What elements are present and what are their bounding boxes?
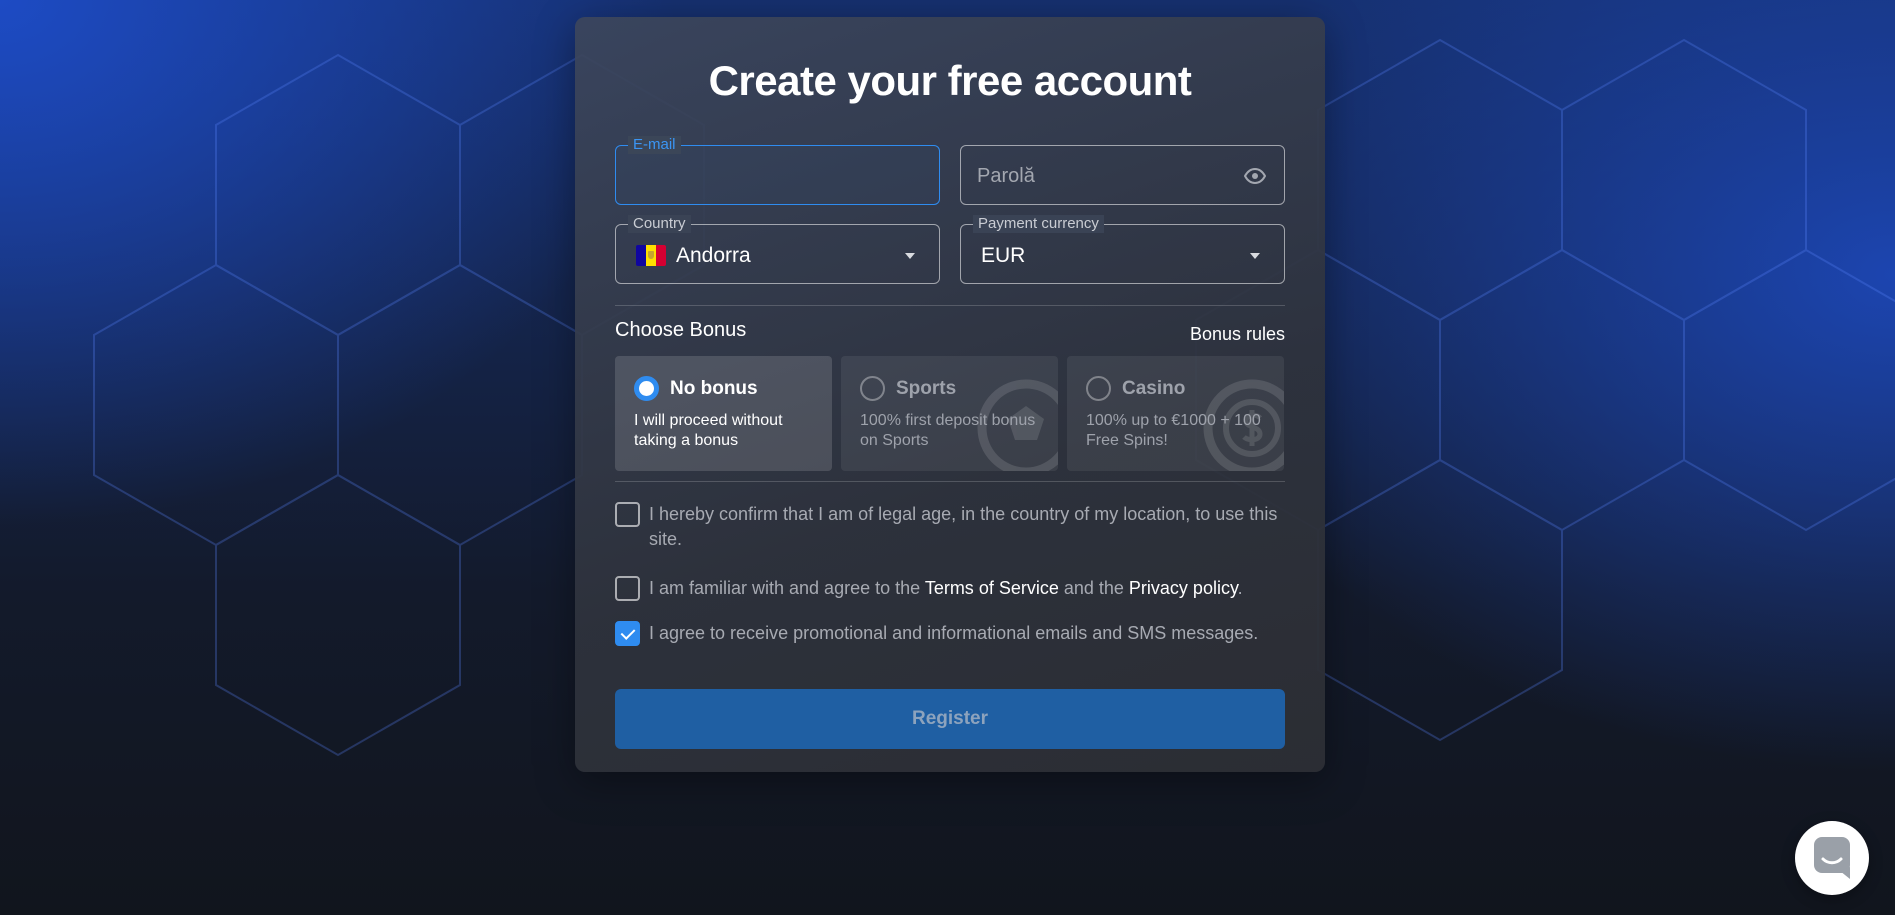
bonus-option-sports[interactable]: Sports 100% first deposit bonus on Sport… <box>841 356 1058 471</box>
radio-selected[interactable] <box>634 376 659 401</box>
consent-text: I hereby confirm that I am of legal age,… <box>649 504 1278 549</box>
radio-unselected[interactable] <box>860 376 885 401</box>
country-value: Andorra <box>676 244 751 267</box>
bonus-option-description: 100% first deposit bonus on Sports <box>860 412 1036 449</box>
bonus-option-name: No bonus <box>670 378 758 399</box>
radio-unselected[interactable] <box>1086 376 1111 401</box>
email-field[interactable]: E-mail <box>615 136 940 205</box>
terms-of-service-link[interactable]: Terms of Service <box>925 578 1059 598</box>
email-label: E-mail <box>628 136 681 154</box>
register-button[interactable]: Register <box>615 689 1285 749</box>
consent-terms: I am familiar with and agree to the Term… <box>615 576 1295 602</box>
country-select[interactable]: Country Andorra <box>615 215 940 284</box>
divider <box>615 481 1285 482</box>
bonus-option-description: I will proceed without taking a bonus <box>634 412 783 449</box>
divider <box>615 305 1285 306</box>
terms-checkbox[interactable] <box>615 576 640 601</box>
bonus-option-name: Casino <box>1122 378 1186 399</box>
password-placeholder: Parolă <box>977 165 1035 187</box>
currency-label: Payment currency <box>973 215 1104 233</box>
chevron-down-icon <box>1250 253 1260 259</box>
bonus-rules-link[interactable]: Bonus rules <box>1190 324 1285 345</box>
currency-select[interactable]: Payment currency EUR <box>960 215 1285 284</box>
choose-bonus-heading: Choose Bonus <box>615 319 747 341</box>
consent-marketing: I agree to receive promotional and infor… <box>615 621 1295 647</box>
andorra-flag-icon <box>636 245 666 266</box>
consent-text: I agree to receive promotional and infor… <box>649 623 1259 643</box>
privacy-policy-link[interactable]: Privacy policy <box>1129 578 1238 598</box>
bonus-option-description: 100% up to €1000 + 100 Free Spins! <box>1086 412 1261 449</box>
consent-text: I am familiar with and agree to the Term… <box>649 578 1243 598</box>
country-label: Country <box>628 215 691 233</box>
marketing-checkbox[interactable] <box>615 621 640 646</box>
bonus-option-name: Sports <box>896 378 957 399</box>
legal-age-checkbox[interactable] <box>615 502 640 527</box>
register-card: Create your free account E-mail Parolă C… <box>575 17 1325 772</box>
chat-icon <box>1814 837 1850 879</box>
chevron-down-icon <box>905 253 915 259</box>
bonus-option-casino[interactable]: Casino 100% up to €1000 + 100 Free Spins… <box>1067 356 1284 471</box>
eye-icon[interactable] <box>1244 168 1266 184</box>
currency-value: EUR <box>981 244 1026 267</box>
password-field[interactable]: Parolă <box>960 145 1285 205</box>
consent-legal-age: I hereby confirm that I am of legal age,… <box>615 502 1295 554</box>
chat-launcher-button[interactable] <box>1795 821 1869 895</box>
page-title: Create your free account <box>708 57 1192 104</box>
bonus-option-no-bonus[interactable]: No bonus I will proceed without taking a… <box>615 356 832 471</box>
